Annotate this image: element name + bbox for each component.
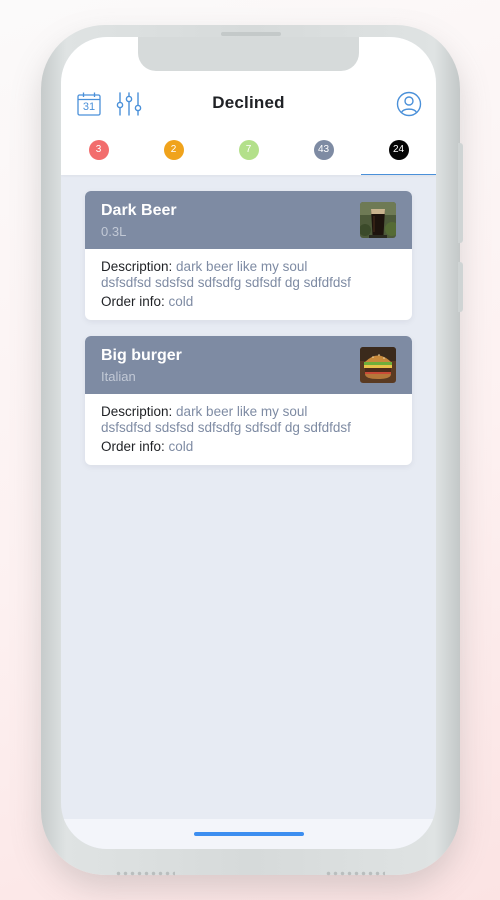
profile-button[interactable] <box>395 90 423 118</box>
description-text: dark beer like my soul <box>176 404 308 419</box>
earpiece-speaker <box>221 32 281 36</box>
description-text: dark beer like my soul <box>176 259 308 274</box>
description-text-continued: dsfsdfsd sdsfsd sdfsdfg sdfsdf dg sdfdfd… <box>101 275 351 290</box>
order-item-name: Big burger <box>101 347 182 364</box>
tab-status-declined[interactable]: 24 <box>361 135 436 175</box>
home-indicator[interactable] <box>194 832 304 836</box>
order-item-name: Dark Beer <box>101 202 177 219</box>
app-screen: 31 Declined 3 2 7 43 24 Dark Beer 0.3L D… <box>61 37 436 849</box>
order-card-header: Dark Beer 0.3L <box>85 191 412 249</box>
order-info-value: cold <box>168 439 194 454</box>
order-card-header: Big burger Italian <box>85 336 412 394</box>
phone-notch <box>138 37 359 71</box>
tab-status-1[interactable]: 3 <box>61 135 136 175</box>
speaker-grille-left <box>115 871 175 876</box>
active-tab-indicator <box>361 174 436 175</box>
order-details: Description: dark beer like my soul dsfs… <box>101 259 401 310</box>
tab-status-2[interactable]: 2 <box>136 135 211 175</box>
status-tabs: 3 2 7 43 24 <box>61 135 436 175</box>
order-item-subtitle: Italian <box>101 369 136 384</box>
volume-down-button <box>458 262 463 312</box>
order-card[interactable]: Dark Beer 0.3L Description: dark beer li… <box>85 191 412 320</box>
order-details: Description: dark beer like my soul dsfs… <box>101 404 401 455</box>
order-item-subtitle: 0.3L <box>101 224 127 239</box>
dark-beer-photo <box>360 202 396 238</box>
count-badge: 2 <box>163 140 184 160</box>
tab-status-3[interactable]: 7 <box>211 135 286 175</box>
burger-photo <box>360 347 396 383</box>
volume-up-button <box>458 143 463 243</box>
count-badge: 43 <box>313 140 334 160</box>
order-info-label: Order info: <box>101 439 165 454</box>
page-title: Declined <box>212 93 285 112</box>
order-card[interactable]: Big burger Italian Description: dark bee… <box>85 336 412 465</box>
count-badge: 24 <box>388 140 409 160</box>
count-badge: 7 <box>238 140 259 160</box>
user-icon <box>396 91 422 117</box>
description-label: Description: <box>101 404 173 419</box>
count-badge: 3 <box>88 140 109 160</box>
tab-status-4[interactable]: 43 <box>286 135 361 175</box>
order-info-label: Order info: <box>101 294 165 309</box>
speaker-grille-right <box>325 871 385 876</box>
description-label: Description: <box>101 259 173 274</box>
description-text-continued: dsfsdfsd sdsfsd sdfsdfg sdfsdf dg sdfdfd… <box>101 420 351 435</box>
order-info-value: cold <box>168 294 194 309</box>
